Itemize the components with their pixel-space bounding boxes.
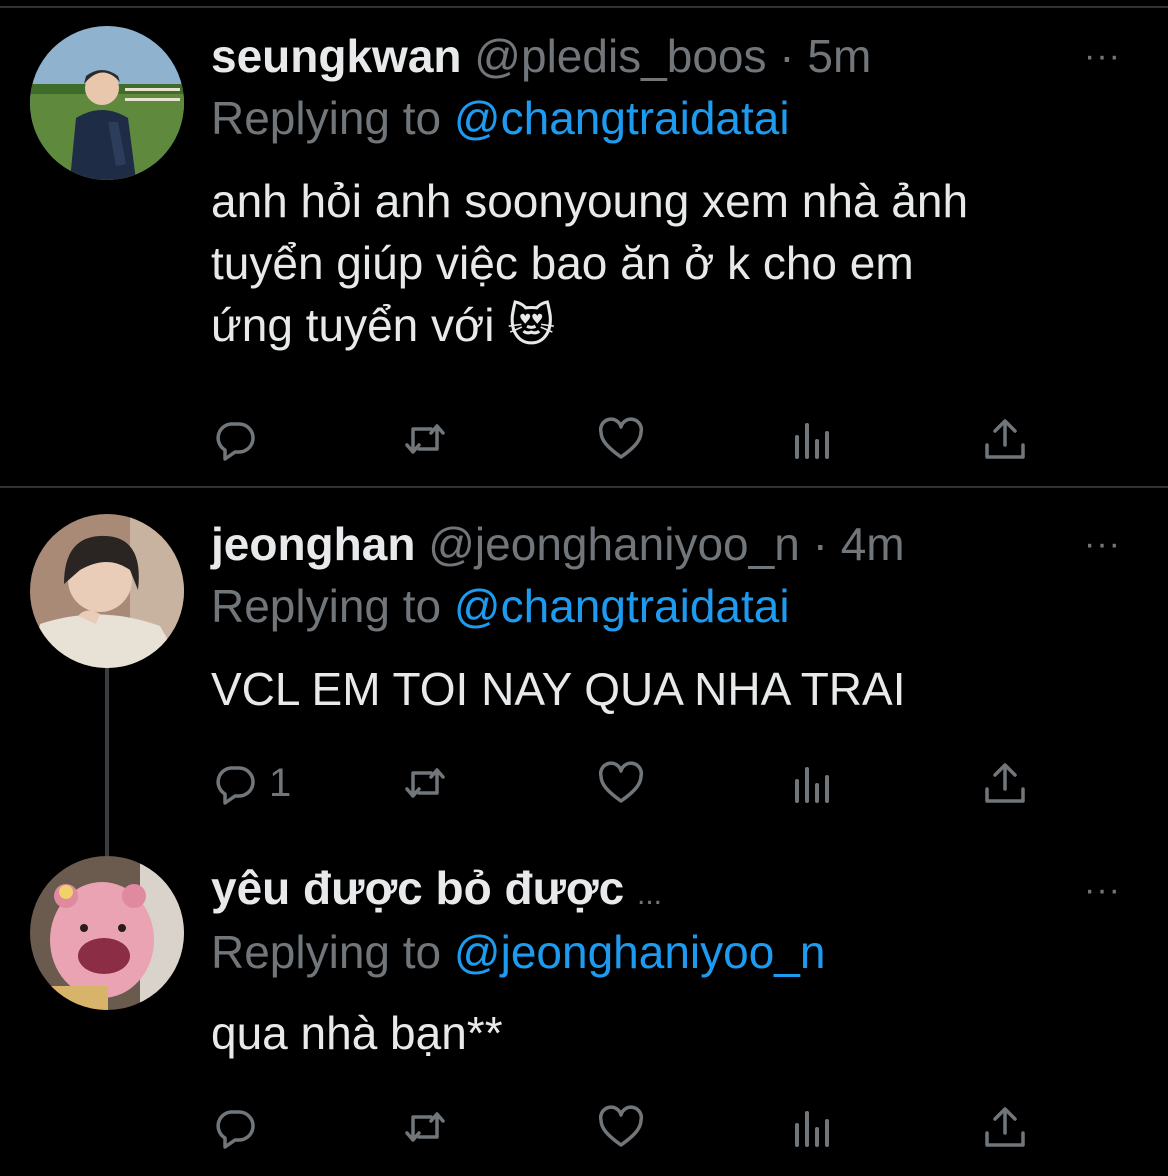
- tweet-actions: [211, 414, 1031, 464]
- retweet-icon: [405, 424, 445, 454]
- retweet-icon: [405, 1112, 445, 1142]
- timestamp[interactable]: 4m: [841, 518, 905, 570]
- share-icon: [985, 763, 1025, 803]
- like-button[interactable]: [597, 758, 645, 808]
- reply-icon: [216, 766, 255, 805]
- analytics-button[interactable]: [789, 758, 837, 808]
- tweet-text: anh hỏi anh soonyoung xem nhà ảnh tuyển …: [211, 170, 1141, 356]
- avatar[interactable]: [30, 514, 184, 668]
- reply-button[interactable]: 1: [211, 758, 291, 808]
- tweet-jeonghan[interactable]: jeonghan @jeonghaniyoo_n · 4m ··· Replyi…: [0, 490, 1168, 856]
- tweet-text: VCL EM TOI NAY QUA NHA TRAI: [211, 658, 1141, 720]
- analytics-button[interactable]: [789, 1102, 837, 1152]
- like-button[interactable]: [597, 414, 645, 464]
- more-options-icon[interactable]: ···: [1084, 873, 1121, 907]
- reply-count: 1: [269, 760, 292, 805]
- retweet-button[interactable]: [401, 1102, 449, 1152]
- retweet-button[interactable]: [401, 414, 449, 464]
- replying-to-label: Replying to: [211, 580, 454, 632]
- tweet-yeu-duoc-bo-duoc[interactable]: yêu được bỏ được ... ··· Replying to @je…: [0, 840, 1168, 1176]
- tweet-text-line: qua nhà bạn**: [211, 1007, 503, 1059]
- like-icon: [598, 1105, 644, 1147]
- like-icon: [598, 761, 644, 803]
- analytics-button[interactable]: [789, 414, 837, 464]
- tweet-text-line: anh hỏi anh soonyoung xem nhà ảnh: [211, 175, 969, 227]
- reply-icon: [216, 1110, 255, 1149]
- avatar[interactable]: [30, 26, 184, 180]
- share-button[interactable]: [981, 758, 1029, 808]
- tweet-text-line: VCL EM TOI NAY QUA NHA TRAI: [211, 663, 906, 715]
- like-button[interactable]: [597, 1102, 645, 1152]
- tweet-seungkwan[interactable]: seungkwan @pledis_boos · 5m ··· Replying…: [0, 0, 1168, 488]
- share-button[interactable]: [981, 414, 1029, 464]
- tweet-actions: [211, 1102, 1031, 1152]
- thread-connector-line: [105, 666, 109, 856]
- reply-button[interactable]: [211, 1102, 269, 1152]
- display-name[interactable]: yêu được bỏ được: [211, 862, 624, 914]
- tweet-text: qua nhà bạn**: [211, 1002, 1141, 1064]
- like-icon: [598, 417, 644, 459]
- more-options-icon[interactable]: ···: [1084, 527, 1121, 561]
- handle[interactable]: @pledis_boos: [474, 30, 766, 82]
- tweet-header: seungkwan @pledis_boos · 5m: [211, 28, 871, 84]
- reply-mention-link[interactable]: @jeonghaniyoo_n: [454, 926, 826, 978]
- timestamp[interactable]: 5m: [807, 30, 871, 82]
- analytics-icon: [795, 767, 829, 803]
- separator-dot: ·: [779, 30, 795, 82]
- reply-mention-link[interactable]: @changtraidatai: [454, 580, 790, 632]
- separator-dot: ·: [812, 518, 828, 570]
- tweet-header: yêu được bỏ được ...: [211, 860, 662, 923]
- analytics-icon: [795, 423, 829, 459]
- replying-to: Replying to @changtraidatai: [211, 578, 790, 634]
- handle[interactable]: @jeonghaniyoo_n: [428, 518, 800, 570]
- replying-to: Replying to @changtraidatai: [211, 90, 790, 146]
- name-truncation: ...: [636, 878, 662, 911]
- replying-to: Replying to @jeonghaniyoo_n: [211, 924, 825, 980]
- reply-icon: [216, 422, 255, 461]
- tweet-divider: [0, 486, 1168, 488]
- reply-button[interactable]: [211, 414, 269, 464]
- tweet-text-line: ứng tuyển với 😻: [211, 299, 556, 351]
- tweet-actions: 1: [211, 758, 1031, 808]
- display-name[interactable]: jeonghan: [211, 518, 415, 570]
- retweet-button[interactable]: [401, 758, 449, 808]
- replying-to-label: Replying to: [211, 926, 454, 978]
- tweet-header: jeonghan @jeonghaniyoo_n · 4m: [211, 516, 905, 572]
- share-icon: [985, 1107, 1025, 1147]
- reply-mention-link[interactable]: @changtraidatai: [454, 92, 790, 144]
- share-button[interactable]: [981, 1102, 1029, 1152]
- tweet-text-line: tuyển giúp việc bao ăn ở k cho em: [211, 237, 914, 289]
- replying-to-label: Replying to: [211, 92, 454, 144]
- share-icon: [985, 419, 1025, 459]
- more-options-icon[interactable]: ···: [1084, 39, 1121, 73]
- avatar[interactable]: [30, 856, 184, 1010]
- display-name[interactable]: seungkwan: [211, 30, 462, 82]
- analytics-icon: [795, 1111, 829, 1147]
- retweet-icon: [405, 768, 445, 798]
